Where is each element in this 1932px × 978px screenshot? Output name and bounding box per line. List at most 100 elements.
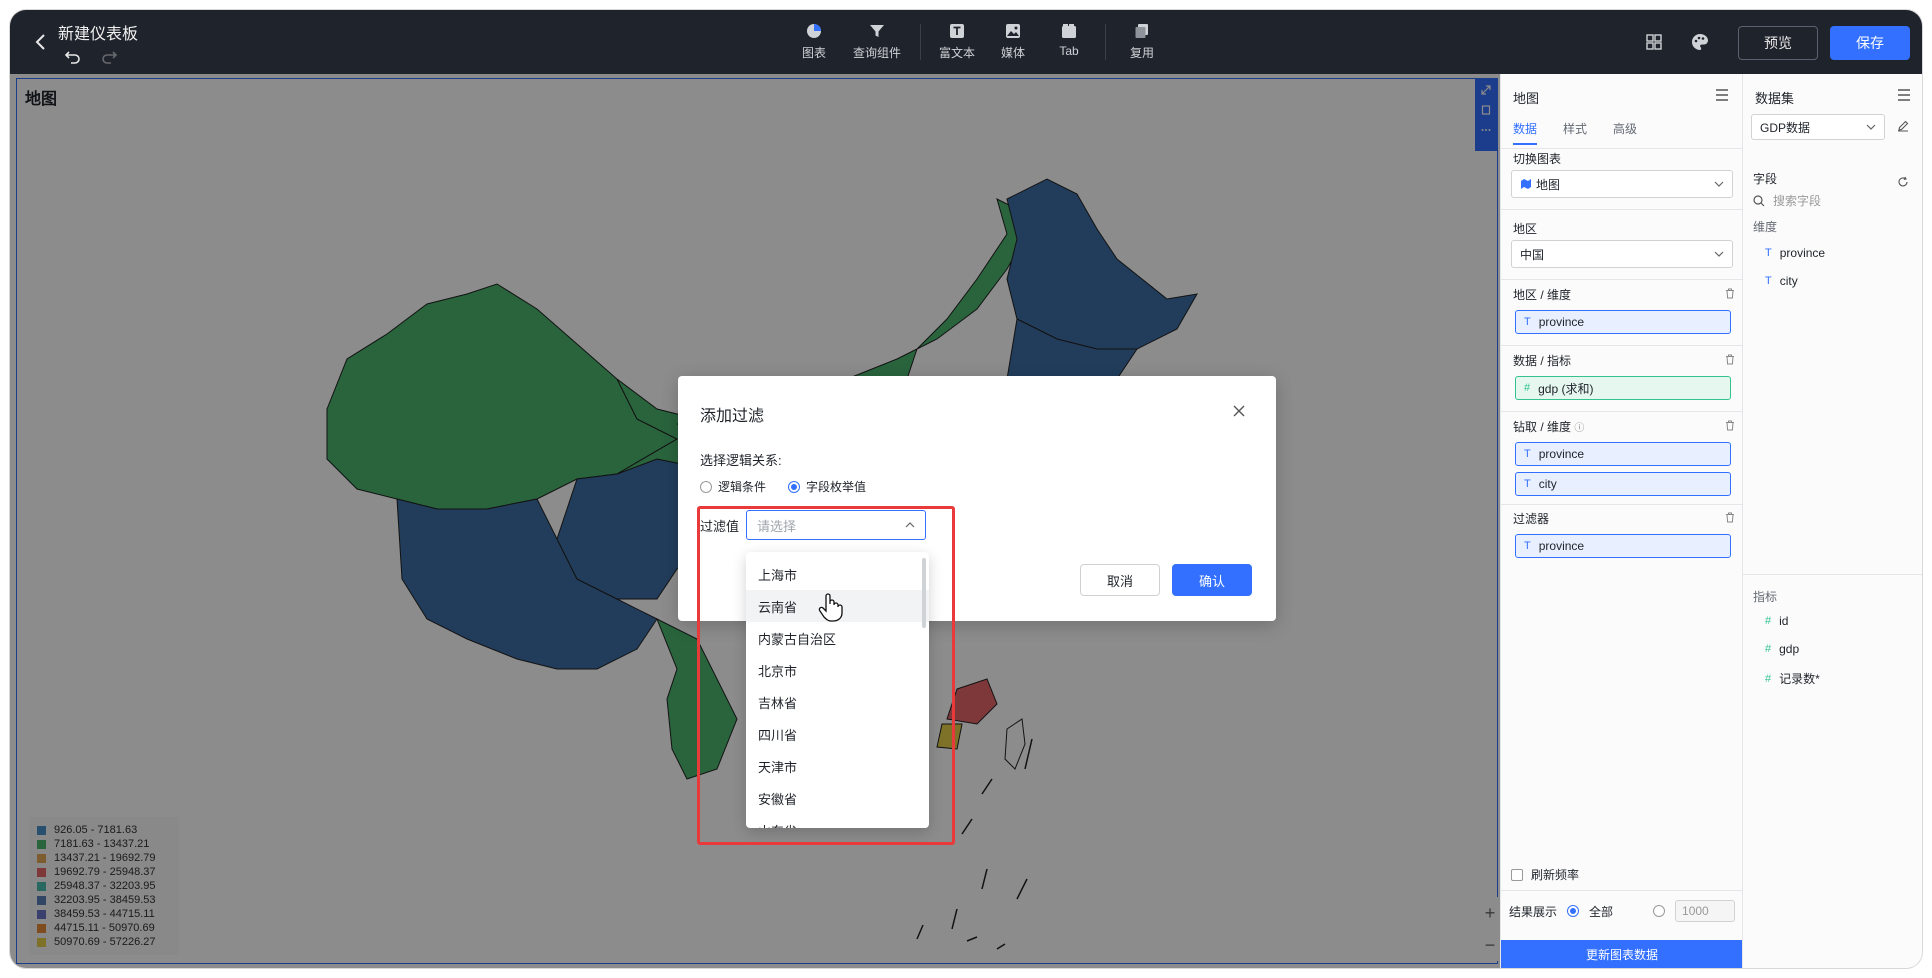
collapse-icon[interactable] <box>1895 86 1913 104</box>
dialog-title: 添加过滤 <box>700 408 765 425</box>
chevron-down-icon <box>1714 251 1724 257</box>
divider <box>1501 345 1743 346</box>
filter-field[interactable]: Tprovince <box>1515 534 1731 558</box>
field-search[interactable]: 搜索字段 <box>1753 192 1821 209</box>
top-bar: 新建仪表板 图表 查询组件 富文本 媒体 Tab 复用 预览 保存 <box>10 10 1922 74</box>
result-limit-radio[interactable] <box>1653 905 1666 917</box>
divider <box>1501 890 1743 891</box>
tool-chart[interactable]: 图表 <box>786 18 842 61</box>
dimension-field[interactable]: Tcity <box>1765 274 1798 288</box>
trash-icon[interactable] <box>1723 352 1737 366</box>
config-tabs: 数据 样式 高级 <box>1513 120 1637 145</box>
filter-label: 过滤器 <box>1513 512 1550 526</box>
text-type-icon: T <box>1524 540 1531 552</box>
toolbar: 图表 查询组件 富文本 媒体 Tab 复用 <box>786 18 1170 61</box>
logic-relation-label: 选择逻辑关系: <box>700 453 782 468</box>
divider <box>1743 574 1922 575</box>
tab-style[interactable]: 样式 <box>1563 120 1587 145</box>
tool-tab-label: Tab <box>1059 44 1079 58</box>
tool-query-label: 查询组件 <box>852 46 901 60</box>
drill-field-city[interactable]: Tcity <box>1515 472 1731 496</box>
result-display: 结果展示 全部 1000 <box>1509 900 1736 922</box>
metric-field[interactable]: # 记录数* <box>1765 670 1820 687</box>
tab-advanced[interactable]: 高级 <box>1613 120 1637 145</box>
text-type-icon: T <box>1765 275 1772 287</box>
trash-icon[interactable] <box>1723 510 1737 524</box>
tool-rich-text-label: 富文本 <box>938 46 975 60</box>
number-type-icon: # <box>1524 382 1531 394</box>
chevron-down-icon <box>1714 181 1724 187</box>
chart-config-panel: 地图 数据 样式 高级 切换图表 地图 地区 中国 地区 / 维度 Tprovi… <box>1500 74 1743 968</box>
fields-label: 字段 <box>1753 172 1778 186</box>
region-dimension-field[interactable]: Tprovince <box>1515 310 1731 334</box>
logic-radio-group: 逻辑条件 字段枚举值 <box>700 478 866 495</box>
close-icon[interactable] <box>1230 402 1248 420</box>
dashboard-title[interactable]: 新建仪表板 <box>58 20 138 44</box>
number-type-icon: # <box>1765 615 1772 627</box>
refresh-checkbox[interactable] <box>1511 868 1523 881</box>
chart-type-select[interactable]: 地图 <box>1511 170 1733 198</box>
radio[interactable] <box>788 480 801 493</box>
radio[interactable] <box>700 480 712 493</box>
metric-field[interactable]: # gdp <box>1765 642 1799 656</box>
tool-reuse[interactable]: 复用 <box>1114 18 1170 61</box>
copy-icon <box>1134 18 1150 44</box>
refresh-frequency[interactable]: 刷新频率 <box>1511 866 1579 883</box>
collapse-icon[interactable] <box>1713 86 1731 104</box>
tool-rich-text[interactable]: 富文本 <box>929 18 985 61</box>
metric-field[interactable]: # gdp (求和) <box>1515 376 1731 400</box>
result-all-radio[interactable] <box>1567 905 1580 917</box>
save-button[interactable]: 保存 <box>1830 26 1910 60</box>
dataset-panel-title: 数据集 <box>1755 91 1795 106</box>
tool-query[interactable]: 查询组件 <box>842 18 912 61</box>
cancel-button[interactable]: 取消 <box>1080 564 1160 596</box>
tool-reuse-label: 复用 <box>1129 46 1154 60</box>
dataset-panel: 数据集 GDP数据 字段 搜索字段 维度 Tprovince Tcity 指标 … <box>1742 74 1922 968</box>
tab-icon <box>1061 18 1077 44</box>
pie-chart-icon <box>806 18 822 44</box>
divider <box>1501 411 1743 412</box>
number-type-icon: # <box>1765 672 1772 685</box>
field-enum-option[interactable]: 字段枚举值 <box>788 478 866 495</box>
info-icon[interactable]: ⓘ <box>1574 423 1584 434</box>
trash-icon[interactable] <box>1723 418 1737 432</box>
confirm-button[interactable]: 确认 <box>1172 564 1252 596</box>
update-chart-data-button[interactable]: 更新图表数据 <box>1501 940 1743 968</box>
region-select[interactable]: 中国 <box>1511 240 1733 268</box>
dimension-field[interactable]: Tprovince <box>1765 246 1825 260</box>
theme-icon[interactable] <box>1688 30 1712 54</box>
text-type-icon: T <box>1765 247 1772 259</box>
undo-icon[interactable] <box>62 46 84 68</box>
dataset-select[interactable]: GDP数据 <box>1751 114 1885 140</box>
tool-chart-label: 图表 <box>801 46 826 60</box>
chevron-down-icon <box>1866 124 1876 130</box>
tool-media[interactable]: 媒体 <box>985 18 1041 61</box>
rich-text-icon <box>949 18 965 44</box>
drill-field-province[interactable]: Tprovince <box>1515 442 1731 466</box>
preview-button[interactable]: 预览 <box>1738 26 1818 60</box>
logic-condition-option[interactable]: 逻辑条件 <box>700 478 766 495</box>
layout-icon[interactable] <box>1642 30 1666 54</box>
switch-chart-label: 切换图表 <box>1513 152 1562 166</box>
edit-icon[interactable] <box>1895 118 1911 134</box>
metrics-label: 指标 <box>1753 590 1778 604</box>
divider <box>1501 279 1743 280</box>
search-icon <box>1753 194 1765 206</box>
region-label: 地区 <box>1513 222 1538 236</box>
map-type-icon <box>1521 179 1531 189</box>
region-dimension-label: 地区 / 维度 <box>1513 288 1572 302</box>
trash-icon[interactable] <box>1723 286 1737 300</box>
refresh-icon[interactable] <box>1895 174 1911 190</box>
divider <box>1501 504 1743 505</box>
metric-label: 数据 / 指标 <box>1513 354 1572 368</box>
result-limit-input[interactable]: 1000 <box>1675 900 1736 922</box>
text-type-icon: T <box>1524 478 1531 490</box>
annotation-highlight-box <box>697 506 955 845</box>
redo-icon[interactable] <box>98 46 120 68</box>
filter-icon <box>869 18 885 44</box>
back-icon[interactable] <box>26 28 54 56</box>
text-type-icon: T <box>1524 316 1531 328</box>
metric-field[interactable]: # id <box>1765 614 1788 628</box>
tool-tab[interactable]: Tab <box>1041 18 1097 58</box>
tab-data[interactable]: 数据 <box>1513 120 1538 145</box>
